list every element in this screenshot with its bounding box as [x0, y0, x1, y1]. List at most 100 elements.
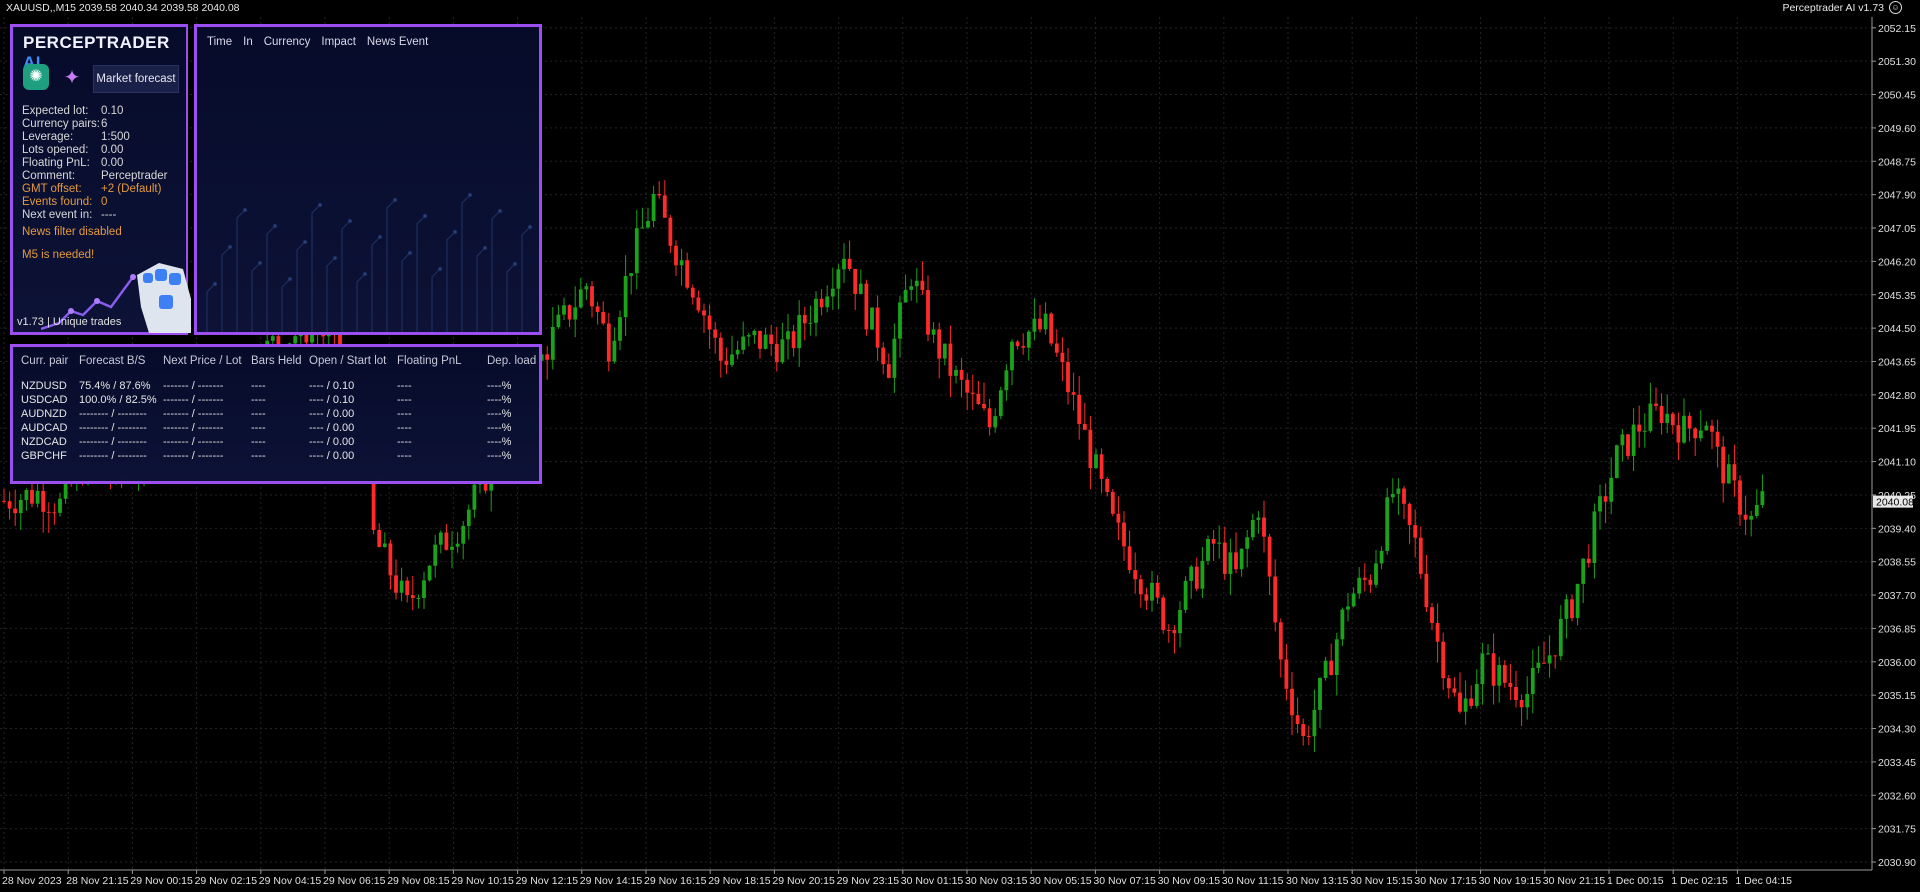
circuit-line: [506, 263, 516, 332]
candle-body: [780, 339, 785, 363]
table-row[interactable]: AUDNZD -------- / -------- ------- / -----…: [13, 408, 539, 421]
circuit-node: [392, 197, 398, 203]
candle: [1558, 605, 1563, 661]
candle-body: [886, 364, 891, 378]
stat-label: Events found:: [22, 196, 93, 208]
price-tick-label: 2030.90: [1878, 857, 1916, 869]
candle: [657, 181, 662, 199]
candle-body: [1413, 525, 1418, 538]
candle-body: [1267, 536, 1272, 577]
candle-body: [674, 245, 678, 266]
candle: [1715, 419, 1720, 468]
candle: [909, 279, 914, 301]
candle-body: [1323, 660, 1328, 678]
table-cell: ----: [397, 408, 412, 420]
candle: [1525, 676, 1530, 720]
smiley-icon[interactable]: ☺: [1889, 1, 1902, 14]
circuit-node: [482, 245, 488, 251]
price-tick-label: 2044.50: [1878, 323, 1916, 335]
candle: [847, 240, 852, 272]
circuit-node: [452, 229, 458, 235]
candle-body: [1592, 511, 1597, 563]
candle: [1228, 538, 1233, 595]
candle-body: [1396, 488, 1401, 494]
candle: [646, 207, 650, 229]
news-column-header: News Event: [366, 36, 429, 48]
candle-body: [1060, 352, 1065, 363]
candle: [1127, 530, 1132, 574]
table-row[interactable]: NZDUSD 75.4% / 87.6% ------- / ------- ----…: [13, 380, 539, 393]
candle: [1452, 677, 1457, 697]
candle-body: [1250, 519, 1255, 538]
table-column-header: Bars Held: [251, 355, 302, 367]
table-row[interactable]: NZDCAD -------- / -------- ------- / -----…: [13, 436, 539, 449]
candle-body: [416, 597, 421, 599]
market-forecast-button[interactable]: Market forecast: [93, 65, 179, 93]
table-row[interactable]: USDCAD 100.0% / 82.5% ------- / ------- ---…: [13, 394, 539, 407]
table-row[interactable]: GBPCHF -------- / -------- ------- / -----…: [13, 450, 539, 463]
candle-body: [1234, 552, 1238, 570]
table-cell: ----: [251, 408, 266, 420]
price-tick-label: 2034.30: [1878, 724, 1916, 736]
candle: [567, 304, 572, 328]
sparkle-icon[interactable]: ✦: [59, 65, 85, 91]
candle: [954, 365, 958, 384]
candle-body: [1390, 493, 1395, 498]
candle-body: [1704, 425, 1709, 431]
candle: [1217, 525, 1222, 559]
circuit-node: [302, 239, 308, 245]
candle: [870, 307, 874, 330]
candle: [1043, 302, 1048, 335]
candle-body: [1760, 491, 1765, 505]
candle-body: [41, 490, 46, 512]
candle-body: [1183, 580, 1188, 610]
candle-body: [1211, 538, 1216, 544]
circuit-line: [236, 209, 246, 332]
candle: [2, 488, 6, 504]
table-cell: ----: [251, 450, 266, 462]
candle: [1536, 646, 1541, 674]
candle-body: [1508, 682, 1513, 687]
candle: [1542, 641, 1546, 664]
candle-body: [1318, 677, 1322, 710]
ea-label: Perceptrader AI v1.73: [1782, 2, 1884, 14]
candle-body: [651, 193, 656, 221]
candle: [1094, 448, 1098, 470]
candle-body: [1026, 331, 1031, 348]
circuit-node: [212, 281, 218, 287]
candle: [993, 408, 998, 433]
candle-body: [1099, 454, 1104, 479]
candle: [1088, 416, 1093, 490]
candle: [466, 504, 471, 540]
chatgpt-icon[interactable]: ✺: [23, 64, 49, 90]
candle-body: [1189, 566, 1194, 581]
candle: [24, 488, 29, 511]
candle-body: [1144, 594, 1149, 601]
candle: [1721, 436, 1726, 503]
candle-body: [1295, 715, 1300, 725]
stat-value: 6: [101, 118, 108, 130]
candle: [1155, 575, 1160, 604]
pairs-table-panel: Curr. pair Forecast B/S Next Price / Lot Ba…: [10, 344, 542, 484]
candle-body: [1631, 424, 1636, 456]
candle: [1357, 567, 1362, 599]
candle: [1374, 550, 1378, 588]
circuit-line: [461, 194, 471, 332]
candle: [1385, 487, 1390, 555]
table-row[interactable]: AUDCAD -------- / -------- ------- / -----…: [13, 422, 539, 435]
candle: [746, 332, 751, 347]
time-tick-label: 30 Nov 19:15: [1479, 875, 1542, 887]
candle-body: [394, 575, 398, 593]
candle-body: [752, 330, 757, 336]
table-cell: ----: [251, 380, 266, 392]
candle: [416, 594, 421, 609]
candle-body: [377, 529, 382, 547]
candle-body: [270, 336, 275, 341]
candle: [1066, 347, 1070, 405]
time-tick-label: 29 Nov 06:15: [323, 875, 386, 887]
candle: [730, 335, 734, 368]
candle-body: [1278, 622, 1283, 660]
candle-body: [662, 195, 667, 218]
symbol-info: XAUUSD,,M15 2039.58 2040.34 2039.58 2040…: [6, 2, 240, 14]
candle-body: [1217, 542, 1222, 544]
